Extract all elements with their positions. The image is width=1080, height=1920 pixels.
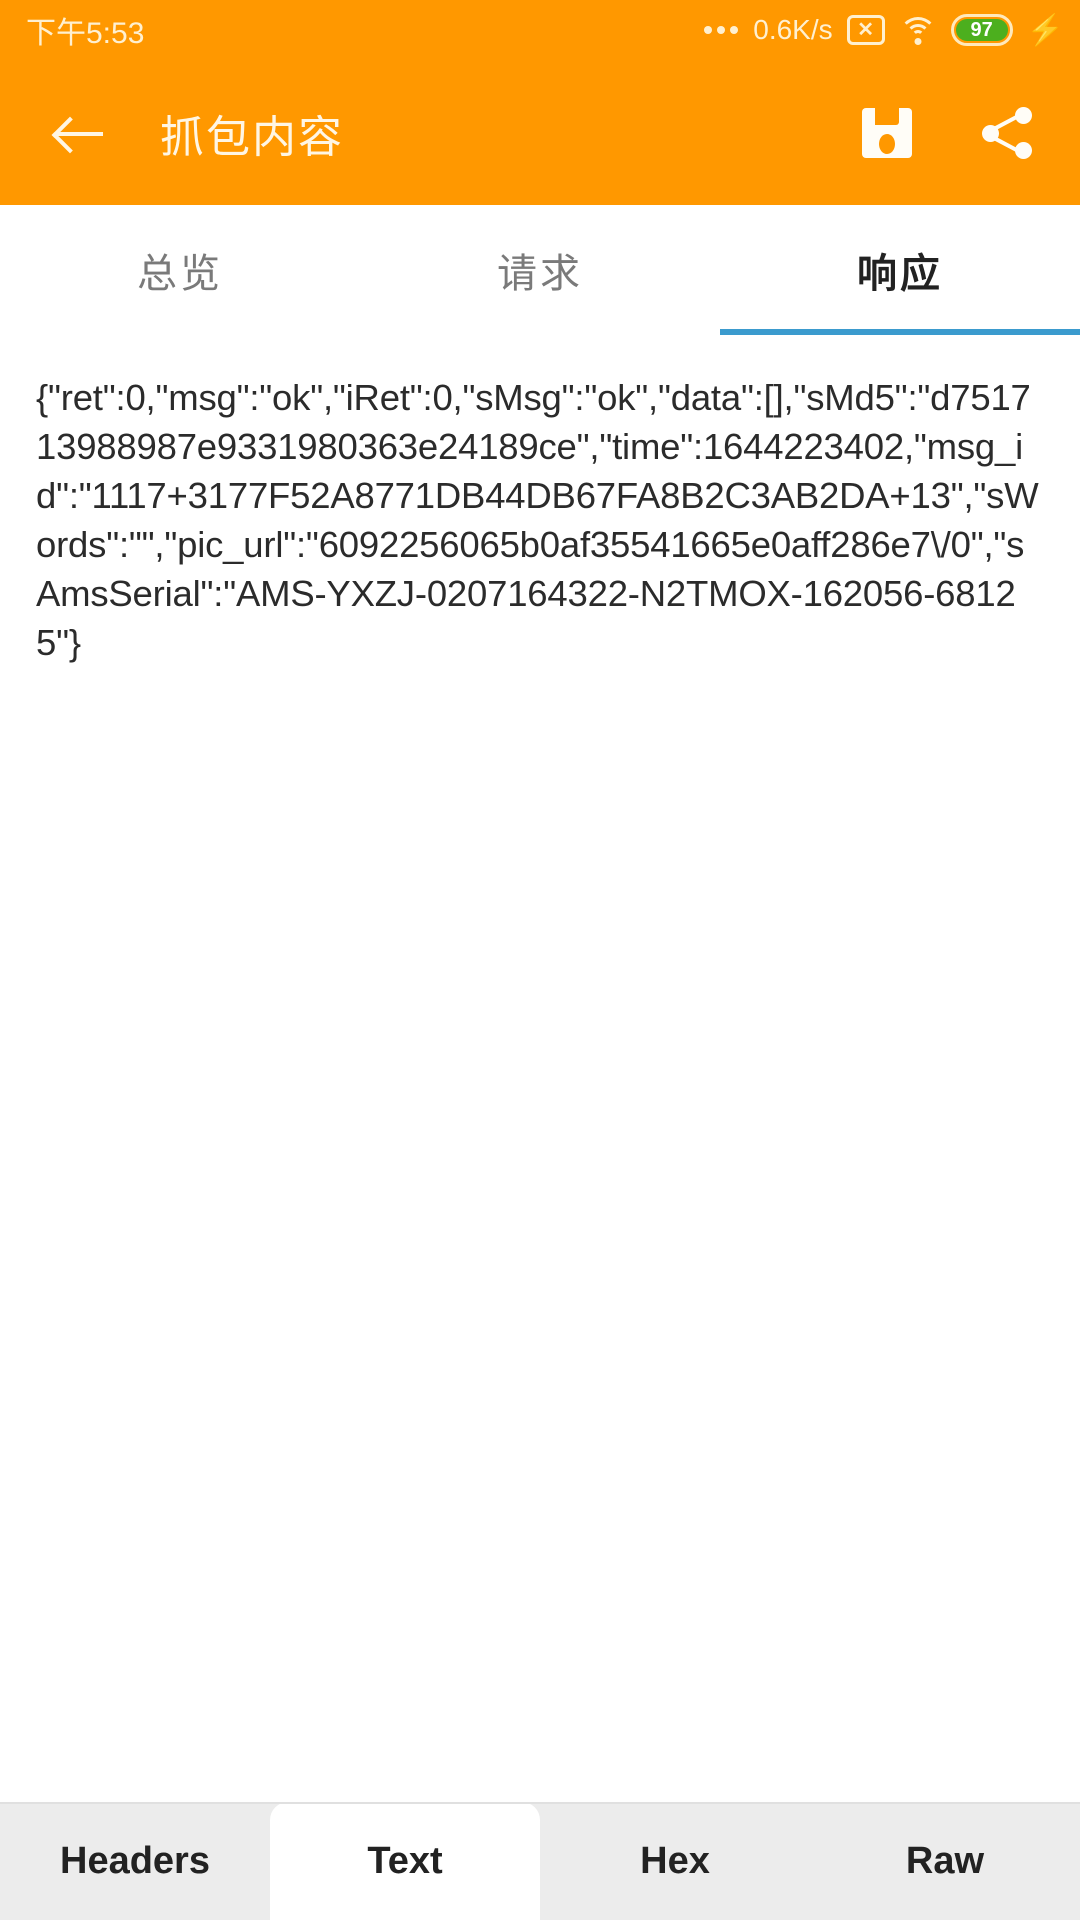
status-indicators: 0.6K/s ✕ 97 ⚡ xyxy=(704,13,1064,48)
response-content-area[interactable]: {"ret":0,"msg":"ok","iRet":0,"sMsg":"ok"… xyxy=(0,335,1080,1802)
back-button[interactable] xyxy=(40,93,120,173)
back-arrow-icon xyxy=(57,114,103,152)
app-bar-actions xyxy=(862,106,1034,159)
tab-active-indicator xyxy=(720,329,1080,335)
tab-request[interactable]: 请求 xyxy=(360,205,720,335)
bottom-tab-hex[interactable]: Hex xyxy=(540,1802,810,1920)
tab-response[interactable]: 响应 xyxy=(720,205,1080,335)
charging-bolt-icon: ⚡ xyxy=(1026,13,1064,47)
bottom-tab-headers[interactable]: Headers xyxy=(0,1802,270,1920)
save-floppy-icon[interactable] xyxy=(862,107,912,158)
app-screen: 下午5:53 0.6K/s ✕ 97 ⚡ 抓包内容 总览 请求 响应 {"ret… xyxy=(0,0,1080,1920)
bottom-tab-raw[interactable]: Raw xyxy=(810,1802,1080,1920)
sim-card-x-icon: ✕ xyxy=(846,15,885,45)
tab-overview[interactable]: 总览 xyxy=(0,205,360,335)
bottom-tab-bar: Headers Text Hex Raw xyxy=(0,1802,1080,1920)
wifi-icon xyxy=(898,15,937,45)
status-clock: 下午5:53 xyxy=(26,17,145,50)
app-bar: 抓包内容 xyxy=(0,60,1080,205)
response-body-text: {"ret":0,"msg":"ok","iRet":0,"sMsg":"ok"… xyxy=(36,377,1039,663)
battery-level-label: 97 xyxy=(955,19,1008,41)
share-nodes-icon[interactable] xyxy=(982,106,1034,159)
status-bar: 下午5:53 0.6K/s ✕ 97 ⚡ xyxy=(0,0,1080,60)
more-dots-icon xyxy=(704,26,739,34)
network-speed-label: 0.6K/s xyxy=(753,14,833,45)
bottom-tab-text[interactable]: Text xyxy=(270,1802,540,1920)
battery-icon: 97 xyxy=(950,14,1013,46)
top-tab-bar: 总览 请求 响应 xyxy=(0,205,1080,335)
page-title: 抓包内容 xyxy=(160,112,344,162)
